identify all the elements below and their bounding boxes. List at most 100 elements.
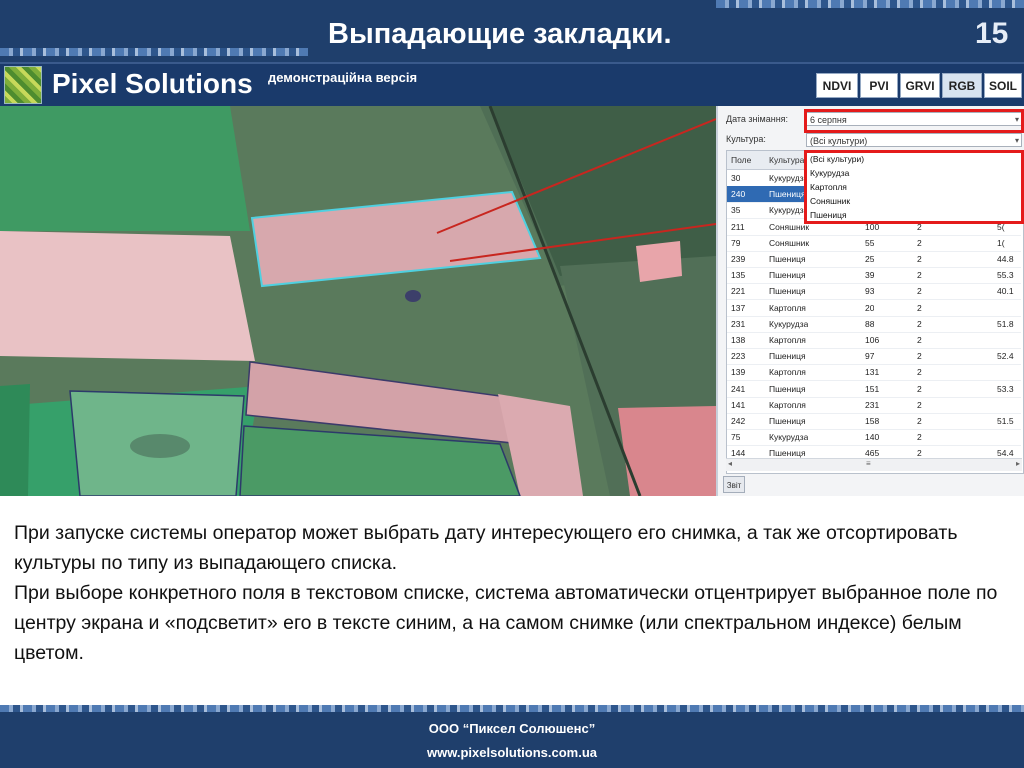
cell-crop: Пшениця (769, 416, 806, 426)
table-row[interactable]: 221 Пшениця 93 2 40.1 (727, 283, 1021, 301)
table-row[interactable]: 138 Картопля 106 2 (727, 332, 1021, 349)
cell-value: 53.3 (997, 383, 1014, 394)
highlight-frame-culture (804, 150, 1024, 224)
cell-crop: Пшениця (769, 351, 806, 362)
cell-area: 131 (865, 367, 880, 378)
app-version-label: демонстраційна версія (268, 70, 418, 85)
table-row[interactable]: 241 Пшениця 151 2 53.3 (727, 381, 1021, 398)
cell-value: 51.8 (997, 318, 1014, 329)
cell-value: 1( (997, 237, 1005, 248)
cell-crop: Соняшник (769, 237, 810, 248)
cell-value: 55.3 (997, 270, 1014, 281)
cell-count: 2 (917, 318, 922, 329)
slide-title: Выпадающие закладки. (328, 18, 672, 50)
table-row[interactable]: 79 Соняшник 55 2 1( (727, 235, 1021, 252)
cell-field: 241 (731, 383, 746, 394)
table-row[interactable]: 223 Пшениця 97 2 52.4 (727, 348, 1021, 366)
scroll-grip-icon[interactable]: ≡ (866, 459, 871, 468)
culture-select-value: (Всі культури) (810, 136, 868, 146)
column-header-crop[interactable]: Культура (769, 151, 809, 169)
cell-area: 231 (865, 399, 880, 410)
cell-count: 2 (917, 399, 922, 410)
culture-select[interactable]: (Всі культури) ▾ (806, 133, 1022, 147)
cell-count: 2 (917, 254, 922, 264)
cell-field: 137 (731, 302, 746, 313)
cell-area: 158 (865, 416, 880, 426)
cell-count: 2 (917, 286, 922, 297)
table-row[interactable]: 139 Картопля 131 2 (727, 364, 1021, 382)
cell-field: 239 (731, 254, 746, 264)
tab-soil[interactable]: SOIL (984, 73, 1022, 98)
cell-crop: Пшениця (769, 286, 806, 297)
cell-value: 52.4 (997, 351, 1014, 362)
decorative-mosaic-strip (716, 0, 1024, 8)
cell-field: 30 (731, 173, 741, 183)
cell-field: 242 (731, 416, 746, 426)
cell-count: 2 (917, 335, 922, 345)
cell-field: 75 (731, 432, 741, 443)
cell-count: 2 (917, 237, 922, 248)
slide-number: 15 (975, 17, 1009, 50)
cell-crop: Кукурудза (769, 432, 809, 443)
cell-area: 88 (865, 318, 875, 329)
cell-field: 211 (731, 221, 745, 232)
table-row[interactable]: 239 Пшениця 25 2 44.8 (727, 251, 1021, 268)
culture-label: Культура: (726, 134, 766, 144)
satellite-map[interactable] (0, 106, 716, 496)
date-label: Дата знімання: (726, 114, 789, 124)
cell-value: 51.5 (997, 416, 1014, 426)
tab-rgb[interactable]: RGB (942, 73, 982, 98)
decorative-mosaic-strip (0, 48, 308, 56)
cell-area: 151 (865, 383, 880, 394)
cell-crop: Картопля (769, 302, 806, 313)
scroll-left-icon[interactable]: ◂ (728, 459, 732, 468)
cell-count: 2 (917, 351, 922, 362)
tab-grvi[interactable]: GRVI (900, 73, 940, 98)
tab-pvi[interactable]: PVI (860, 73, 898, 98)
cell-crop: Пшениця (769, 254, 806, 264)
cell-field: 79 (731, 237, 741, 248)
cell-value: 40.1 (997, 286, 1014, 297)
cell-crop: Картопля (769, 399, 806, 410)
scroll-right-icon[interactable]: ▸ (1016, 459, 1020, 468)
cell-crop: Кукурудза (769, 318, 809, 329)
description-paragraph: При запуске системы оператор может выбра… (14, 522, 958, 574)
table-row[interactable]: 242 Пшениця 158 2 51.5 (727, 413, 1021, 430)
highlight-frame-date (804, 109, 1024, 133)
cell-crop: Пшениця (769, 383, 806, 394)
cell-field: 223 (731, 351, 746, 362)
footer-url: www.pixelsolutions.com.ua (427, 745, 597, 760)
horizontal-scrollbar[interactable]: ◂ ≡ ▸ (726, 458, 1022, 471)
tab-ndvi[interactable]: NDVI (816, 73, 858, 98)
cell-count: 2 (917, 383, 922, 394)
cell-area: 25 (865, 254, 875, 264)
cell-area: 39 (865, 270, 875, 281)
table-row[interactable]: 231 Кукурудза 88 2 51.8 (727, 316, 1021, 333)
cell-field: 231 (731, 318, 746, 329)
footer-company-name: ООО “Пиксел Солюшенс” (428, 721, 596, 736)
cell-area: 140 (865, 432, 880, 443)
report-button[interactable]: Звіт (723, 476, 745, 493)
cell-field: 141 (731, 399, 746, 410)
column-header-field[interactable]: Поле (731, 151, 751, 169)
cell-crop: Кукурудза (769, 173, 809, 183)
cell-area: 55 (865, 237, 875, 248)
cell-value: 44.8 (997, 254, 1014, 264)
cell-count: 2 (917, 270, 922, 281)
map-imagery (0, 106, 716, 496)
cell-crop: Кукурудза (769, 205, 809, 216)
app-name: Pixel Solutions (52, 68, 253, 99)
table-row[interactable]: 75 Кукурудза 140 2 (727, 429, 1021, 447)
table-row[interactable]: 135 Пшениця 39 2 55.3 (727, 267, 1021, 285)
cell-count: 2 (917, 432, 922, 443)
chevron-down-icon[interactable]: ▾ (1015, 134, 1019, 148)
cell-field: 139 (731, 367, 746, 378)
description-paragraph: При выборе конкретного поля в текстовом … (14, 582, 998, 664)
cell-field: 35 (731, 205, 741, 216)
table-row[interactable]: 141 Картопля 231 2 (727, 397, 1021, 414)
cell-field: 240 (731, 189, 746, 200)
cell-count: 2 (917, 416, 922, 426)
table-row[interactable]: 137 Картопля 20 2 (727, 300, 1021, 317)
cell-area: 97 (865, 351, 875, 362)
cell-count: 2 (917, 302, 922, 313)
